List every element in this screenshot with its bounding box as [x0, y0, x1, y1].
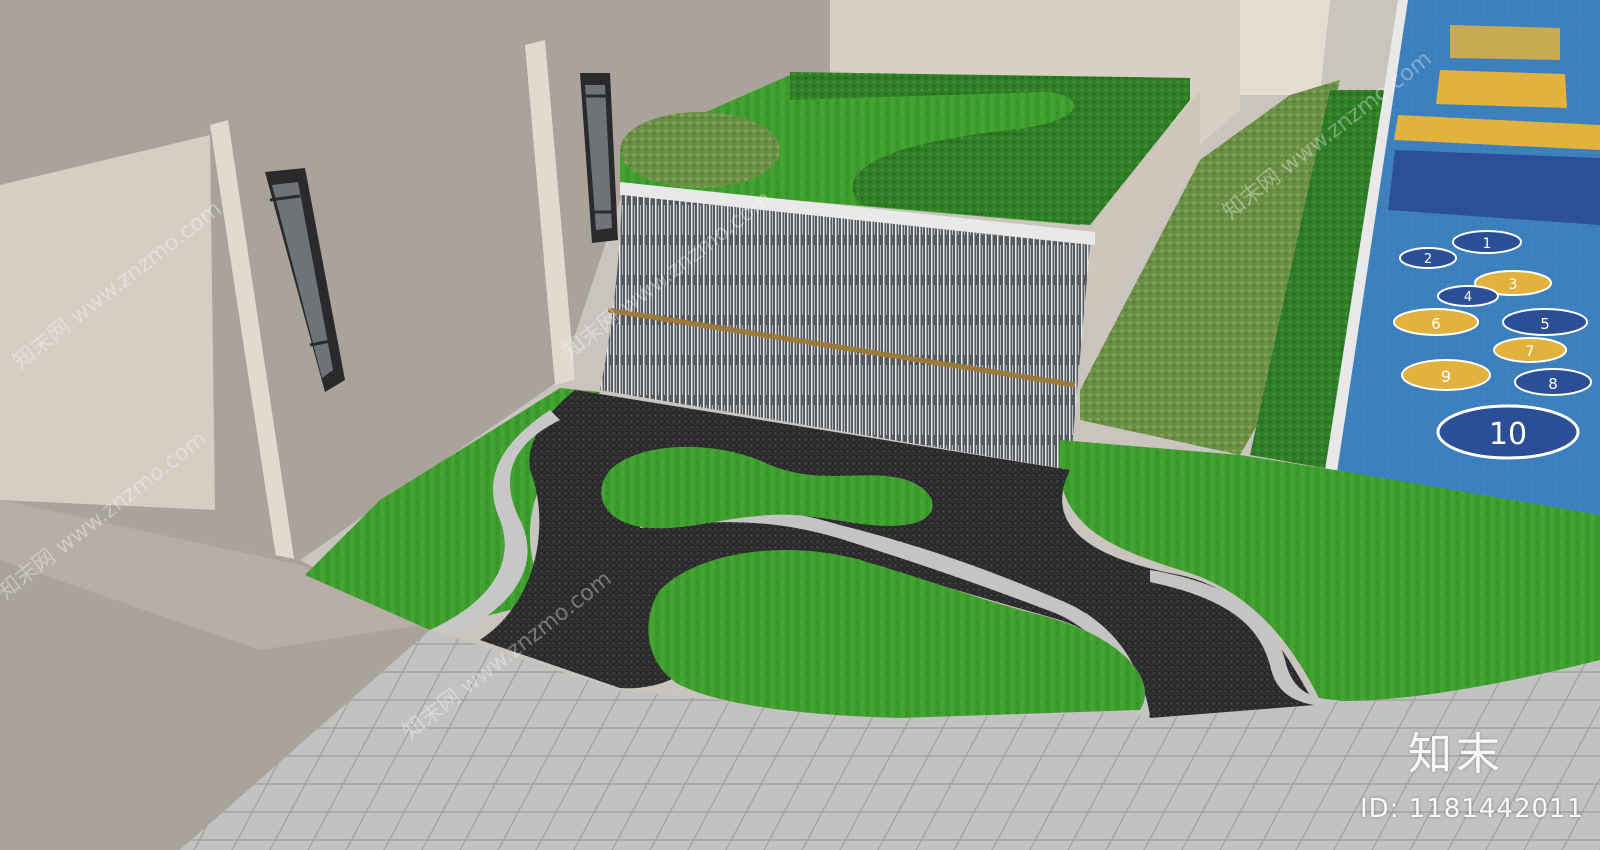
court-number-6: 6 [1431, 315, 1441, 333]
court-number-2: 2 [1424, 252, 1432, 267]
court-number-10: 10 [1489, 417, 1527, 452]
building-tower [1240, 0, 1330, 95]
garden-render: 1 2 3 4 5 6 7 8 9 10 知末网 www.znzmo.com 知… [0, 0, 1600, 850]
watermark-id-label: ID: [1360, 794, 1400, 824]
court-number-3: 3 [1509, 277, 1518, 293]
watermark-id: ID: 1181442011 [1360, 794, 1584, 824]
court-top-pattern [1450, 25, 1560, 60]
court-number-5: 5 [1540, 315, 1550, 333]
court-number-8: 8 [1548, 375, 1558, 393]
court-number-7: 7 [1526, 344, 1535, 360]
watermark-logo: 知末 [1408, 729, 1504, 780]
court-number-4: 4 [1464, 290, 1472, 305]
court-number-9: 9 [1441, 367, 1451, 386]
court-number-1: 1 [1483, 236, 1492, 252]
watermark-id-value: 1181442011 [1408, 794, 1585, 824]
round-shrub [620, 112, 780, 188]
court-yellow-box [1436, 70, 1567, 108]
